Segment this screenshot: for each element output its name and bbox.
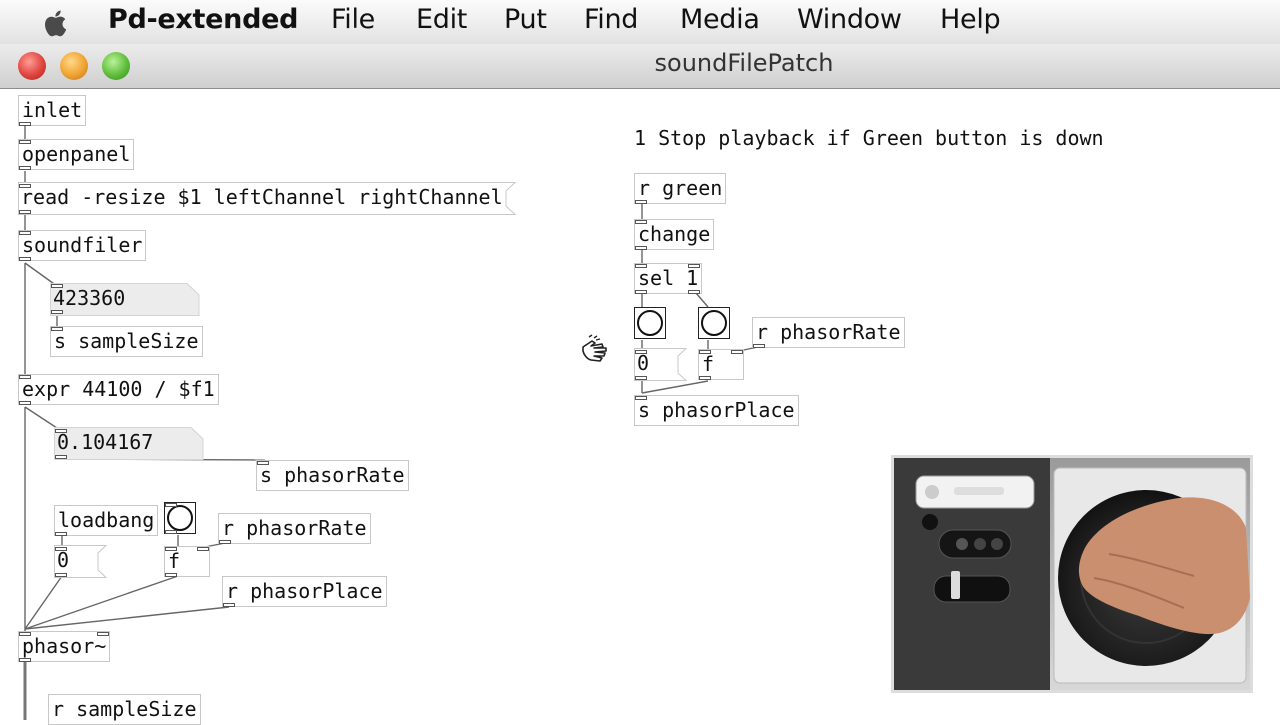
menu-media[interactable]: Media <box>680 4 760 35</box>
menu-bar: Pd-extended File Edit Put Find Media Win… <box>0 0 1280 45</box>
bang-button-right-2[interactable] <box>698 307 730 339</box>
menu-window[interactable]: Window <box>797 4 902 35</box>
hand-cursor-icon <box>582 334 607 362</box>
openpanel-object[interactable]: openpanel <box>18 139 135 170</box>
send-samplesize-object[interactable]: s sampleSize <box>50 326 203 357</box>
apple-icon[interactable] <box>38 5 74 41</box>
receive-phasorrate-right[interactable]: r phasorRate <box>752 317 905 348</box>
read-message-box[interactable]: read -resize $1 leftChannel rightChannel <box>18 183 506 214</box>
patch-canvas[interactable]: inlet openpanel read -resize $1 leftChan… <box>0 89 1280 725</box>
menu-app-name[interactable]: Pd-extended <box>108 4 298 35</box>
controller-photo-inset <box>891 455 1253 693</box>
send-phasorrate-object[interactable]: s phasorRate <box>256 460 409 491</box>
receive-green-object[interactable]: r green <box>634 173 727 204</box>
menu-file[interactable]: File <box>331 4 375 35</box>
menu-help[interactable]: Help <box>940 4 1001 35</box>
menu-edit[interactable]: Edit <box>416 4 467 35</box>
send-phasorplace-object[interactable]: s phasorPlace <box>634 395 799 426</box>
window-title: soundFilePatch <box>654 49 834 77</box>
soundfiler-object[interactable]: soundfiler <box>18 230 147 261</box>
receive-phasorrate-left[interactable]: r phasorRate <box>218 513 371 544</box>
menu-put[interactable]: Put <box>504 4 547 35</box>
bang-button-right-1[interactable] <box>634 307 666 339</box>
phasor-rate-number-box[interactable]: 0.104167 <box>54 428 156 459</box>
patch-comment: 1 Stop playback if Green button is down <box>634 126 1104 150</box>
receive-samplesize-object[interactable]: r sampleSize <box>48 694 201 725</box>
loadbang-object[interactable]: loadbang <box>54 505 159 536</box>
window-title-bar: soundFilePatch <box>0 44 1280 89</box>
expr-object[interactable]: expr 44100 / $f1 <box>18 374 219 405</box>
receive-phasorplace-object[interactable]: r phasorPlace <box>222 576 387 607</box>
menu-find[interactable]: Find <box>584 4 638 35</box>
